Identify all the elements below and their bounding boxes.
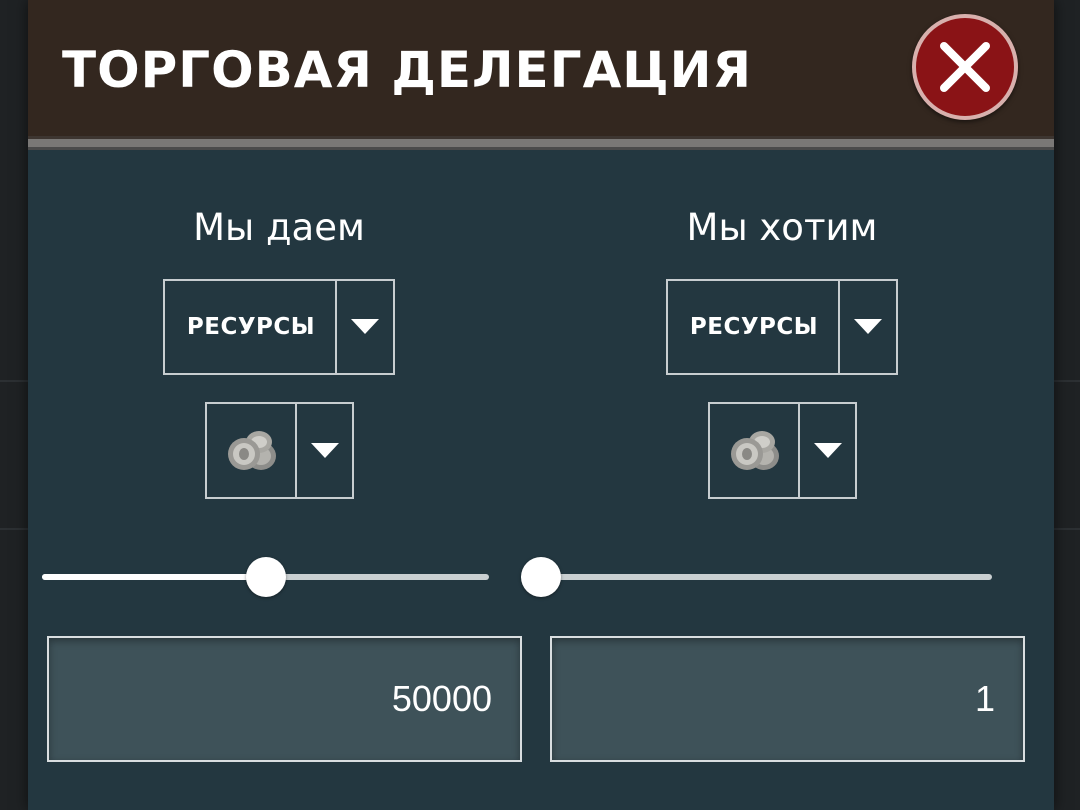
want-category-arrow[interactable] xyxy=(838,281,896,373)
want-item-select[interactable] xyxy=(708,402,857,499)
dialog-title: ТОРГОВАЯ ДЕЛЕГАЦИЯ xyxy=(62,41,752,99)
want-item-arrow[interactable] xyxy=(798,404,855,497)
want-heading: Мы хотим xyxy=(686,206,878,249)
close-button[interactable] xyxy=(912,14,1018,120)
dialog-header: ТОРГОВАЯ ДЕЛЕГАЦИЯ xyxy=(28,0,1054,136)
give-category-select[interactable]: РЕСУРСЫ xyxy=(163,279,395,375)
silver-coins-icon xyxy=(228,430,276,470)
want-category-select[interactable]: РЕСУРСЫ xyxy=(666,279,898,375)
caret-down-icon xyxy=(813,442,842,458)
caret-down-icon xyxy=(854,319,882,334)
want-amount-input[interactable]: 1 xyxy=(550,636,1025,762)
give-heading: Мы даем xyxy=(193,206,365,249)
give-item-arrow[interactable] xyxy=(295,404,352,497)
caret-down-icon xyxy=(351,319,379,334)
header-divider xyxy=(28,136,1054,150)
want-amount-slider[interactable] xyxy=(521,557,992,597)
silver-coins-icon xyxy=(731,430,779,470)
slider-fill xyxy=(42,574,266,580)
caret-down-icon xyxy=(310,442,339,458)
want-category-value: РЕСУРСЫ xyxy=(689,314,819,340)
slider-thumb[interactable] xyxy=(521,557,561,597)
give-amount-slider[interactable] xyxy=(42,557,489,597)
give-item-select[interactable] xyxy=(205,402,354,499)
give-category-value: РЕСУРСЫ xyxy=(186,314,316,340)
close-x-icon xyxy=(940,42,990,92)
give-category-arrow[interactable] xyxy=(335,281,393,373)
trade-delegation-dialog: ТОРГОВАЯ ДЕЛЕГАЦИЯ Мы даем РЕСУРСЫ 50000… xyxy=(28,0,1054,810)
slider-thumb[interactable] xyxy=(245,557,286,597)
slider-track xyxy=(521,574,992,580)
want-item-value xyxy=(710,404,800,497)
give-amount-input[interactable]: 50000 xyxy=(47,636,522,762)
give-item-value xyxy=(207,404,297,497)
